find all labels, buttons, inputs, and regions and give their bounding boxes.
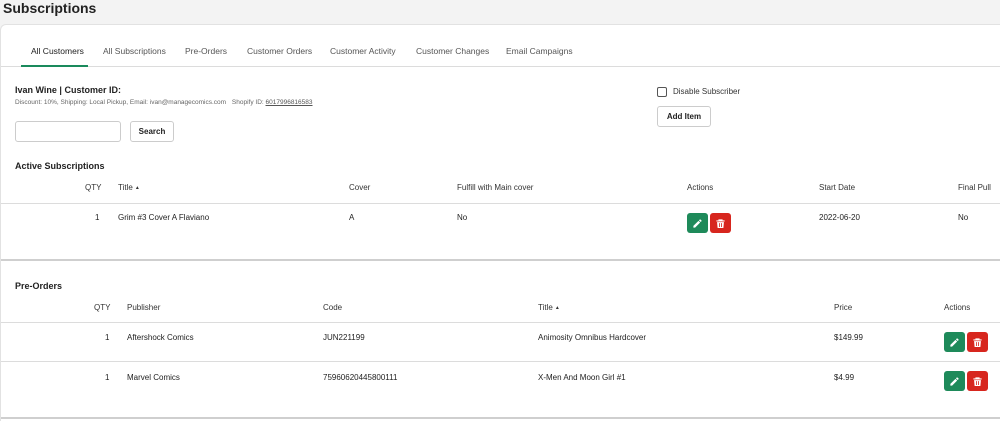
- tab-bar: All Customers All Subscriptions Pre-Orde…: [1, 25, 1000, 67]
- row-divider: [1, 361, 1000, 362]
- pencil-icon: [693, 218, 702, 228]
- row-code: 75960620445800111: [323, 373, 398, 382]
- trash-icon: [973, 376, 982, 386]
- tab-customer-orders[interactable]: Customer Orders: [247, 46, 312, 56]
- col-code: Code: [323, 303, 343, 312]
- delete-button[interactable]: [710, 213, 731, 233]
- edit-button[interactable]: [944, 371, 965, 391]
- sort-up-icon: ▲: [554, 304, 560, 311]
- disable-subscriber-label: Disable Subscriber: [673, 87, 741, 96]
- tab-all-customers[interactable]: All Customers: [31, 46, 84, 56]
- col-actions: Actions: [687, 183, 714, 192]
- row-final-pull: No: [958, 213, 969, 222]
- row-fulfill: No: [457, 213, 468, 222]
- tab-all-subscriptions[interactable]: All Subscriptions: [103, 46, 166, 56]
- col-publisher: Publisher: [127, 303, 161, 312]
- header-divider: [1, 203, 1000, 204]
- col-cover: Cover: [349, 183, 371, 192]
- row-title: Grim #3 Cover A Flaviano: [118, 213, 210, 222]
- page-header: Subscriptions: [0, 0, 1000, 22]
- row-publisher: Aftershock Comics: [127, 333, 194, 342]
- header-divider: [1, 322, 1000, 323]
- col-title[interactable]: Title ▲: [538, 303, 560, 312]
- active-tab-indicator: [21, 65, 88, 67]
- pencil-icon: [950, 337, 959, 347]
- row-start-date: 2022-06-20: [819, 213, 860, 222]
- col-qty: QTY: [85, 183, 102, 192]
- content-card: All Customers All Subscriptions Pre-Orde…: [0, 24, 1000, 421]
- delete-button[interactable]: [967, 332, 988, 352]
- search-input[interactable]: [15, 121, 121, 142]
- pre-orders-title: Pre-Orders: [15, 281, 63, 291]
- edit-button[interactable]: [687, 213, 708, 233]
- tab-customer-changes[interactable]: Customer Changes: [416, 46, 489, 56]
- row-title: X-Men And Moon Girl #1: [538, 373, 626, 382]
- col-title-label: Title: [538, 303, 553, 312]
- section-divider: [1, 417, 1000, 419]
- trash-icon: [716, 218, 725, 228]
- page-title: Subscriptions: [3, 0, 97, 16]
- row-price: $149.99: [834, 333, 863, 342]
- row-publisher: Marvel Comics: [127, 373, 180, 382]
- col-actions: Actions: [944, 303, 971, 312]
- section-divider: [1, 259, 1000, 261]
- row-qty: 1: [95, 213, 100, 222]
- col-final-pull: Final Pull: [958, 183, 991, 192]
- shopify-id-link[interactable]: 6017996816583: [266, 99, 313, 106]
- add-item-button[interactable]: Add Item: [657, 106, 711, 127]
- trash-icon: [973, 337, 982, 347]
- active-subscriptions-title: Active Subscriptions: [15, 161, 105, 171]
- tab-pre-orders[interactable]: Pre-Orders: [185, 46, 227, 56]
- row-code: JUN221199: [323, 333, 365, 342]
- delete-button[interactable]: [967, 371, 988, 391]
- col-title-label: Title: [118, 183, 133, 192]
- col-qty: QTY: [94, 303, 111, 312]
- col-price: Price: [834, 303, 853, 312]
- disable-subscriber-checkbox[interactable]: [657, 87, 667, 97]
- row-price: $4.99: [834, 373, 855, 382]
- row-title: Animosity Omnibus Hardcover: [538, 333, 647, 342]
- tab-email-campaigns[interactable]: Email Campaigns: [506, 46, 573, 56]
- col-start-date: Start Date: [819, 183, 856, 192]
- customer-meta: Discount: 10%, Shipping: Local Pickup, E…: [15, 99, 313, 106]
- col-title[interactable]: Title ▲: [118, 183, 140, 192]
- col-fulfill: Fulfill with Main cover: [457, 183, 534, 192]
- row-cover: A: [349, 213, 355, 222]
- edit-button[interactable]: [944, 332, 965, 352]
- tab-customer-activity[interactable]: Customer Activity: [330, 46, 396, 56]
- customer-heading: Ivan Wine | Customer ID:: [15, 85, 121, 95]
- pencil-icon: [950, 376, 959, 386]
- customer-details: Discount: 10%, Shipping: Local Pickup, E…: [15, 99, 227, 106]
- sort-up-icon: ▲: [134, 184, 140, 191]
- row-qty: 1: [105, 333, 110, 342]
- shopify-id-label: Shopify ID:: [231, 99, 264, 106]
- search-button[interactable]: Search: [130, 121, 174, 142]
- row-qty: 1: [105, 373, 110, 382]
